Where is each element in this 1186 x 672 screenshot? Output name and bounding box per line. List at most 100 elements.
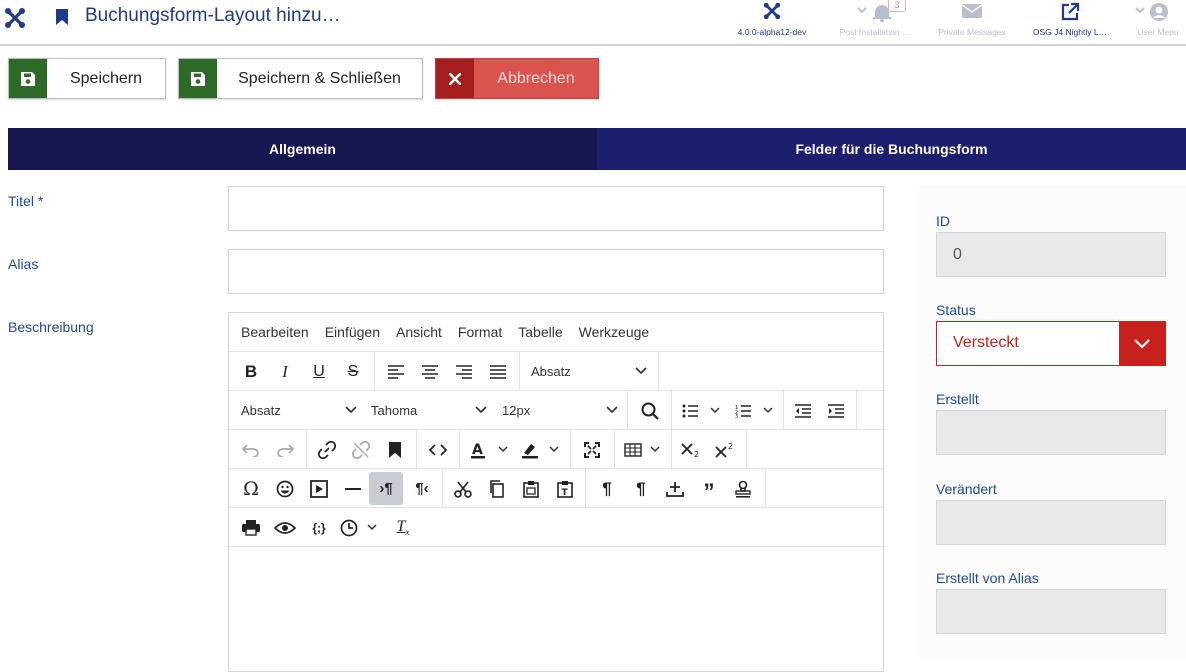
version-link[interactable]: 4.0.0-alpha12-dev — [728, 0, 816, 44]
media-icon[interactable] — [305, 469, 333, 508]
insert-icon[interactable] — [661, 469, 689, 508]
chevron-down-icon — [475, 406, 487, 414]
toolbar-row-1: B I U S Absatz — [229, 352, 883, 391]
floppy-icon — [179, 59, 217, 98]
user-menu-label: User Menu — [1137, 27, 1179, 37]
text-color-icon[interactable]: A — [467, 430, 513, 469]
toolbar-separator — [585, 469, 586, 508]
toolbar-separator — [658, 352, 659, 391]
site-link[interactable]: OSG J4 Nightly L… — [1026, 0, 1114, 44]
template-icon[interactable]: {;} — [305, 508, 333, 547]
tab-felder[interactable]: Felder für die Buchungsform — [597, 128, 1186, 170]
menu-tabelle[interactable]: Tabelle — [518, 324, 562, 340]
underline-icon[interactable]: U — [305, 352, 333, 391]
font-size-select[interactable]: 12px — [502, 391, 618, 430]
redo-icon[interactable] — [271, 430, 299, 469]
subscript-icon[interactable]: 2 — [676, 430, 706, 469]
italic-icon[interactable]: I — [271, 352, 299, 391]
chevron-down-icon — [635, 367, 647, 375]
floppy-icon — [9, 59, 47, 98]
title-label: Titel * — [8, 193, 44, 209]
menu-bearbeiten[interactable]: Bearbeiten — [241, 324, 309, 340]
strikethrough-icon[interactable]: S — [339, 352, 367, 391]
block-format-select[interactable]: Absatz — [531, 352, 647, 391]
menu-einfuegen[interactable]: Einfügen — [325, 324, 380, 340]
bullet-list-icon[interactable] — [679, 391, 725, 430]
toolbar-separator — [614, 430, 615, 469]
save-close-button[interactable]: Speichern & Schließen — [178, 58, 423, 99]
search-icon[interactable] — [635, 391, 665, 430]
status-select[interactable]: Versteckt — [936, 321, 1166, 366]
menu-format[interactable]: Format — [458, 324, 502, 340]
chevron-down-icon[interactable] — [1119, 322, 1165, 365]
user-menu[interactable]: User Menu — [1130, 0, 1186, 44]
bold-icon[interactable]: B — [237, 352, 265, 391]
rtl-icon[interactable]: ¶‹ — [407, 469, 437, 508]
tab-allgemein[interactable]: Allgemein — [8, 128, 597, 170]
align-left-icon[interactable] — [382, 352, 410, 391]
font-family-select[interactable]: Tahoma — [371, 391, 487, 430]
code-icon[interactable] — [423, 430, 453, 469]
paste-text-icon[interactable]: T — [551, 469, 579, 508]
copy-icon[interactable] — [483, 469, 511, 508]
menu-werkzeuge[interactable]: Werkzeuge — [579, 324, 650, 340]
table-icon[interactable] — [621, 430, 667, 469]
created-field — [936, 410, 1166, 455]
post-installation-label: Post Installation … — [839, 27, 911, 37]
preview-icon[interactable] — [271, 508, 299, 547]
description-label: Beschreibung — [8, 319, 94, 335]
notification-badge: 3 — [888, 0, 906, 12]
align-center-icon[interactable] — [416, 352, 444, 391]
align-right-icon[interactable] — [450, 352, 478, 391]
print-icon[interactable] — [237, 508, 265, 547]
header-bar: Buchungsform-Layout hinzu… 4.0.0-alpha12… — [0, 0, 1186, 46]
user-icon — [1133, 2, 1171, 22]
align-justify-icon[interactable] — [484, 352, 512, 391]
joomla-icon — [763, 2, 781, 20]
joomla-logo-icon[interactable] — [4, 7, 26, 29]
fullscreen-icon[interactable] — [577, 430, 607, 469]
svg-text:2: 2 — [728, 442, 733, 451]
indent-icon[interactable] — [822, 391, 850, 430]
private-messages-link[interactable]: Private Messages — [930, 0, 1014, 44]
unlink-icon[interactable] — [347, 430, 375, 469]
created-by-alias-field[interactable] — [936, 589, 1166, 634]
horizontal-line-icon[interactable] — [339, 469, 367, 508]
paragraph-icon[interactable]: ¶ — [593, 469, 621, 508]
toolbar-separator — [783, 391, 784, 430]
link-icon[interactable] — [313, 430, 341, 469]
emoticons-icon[interactable] — [271, 469, 299, 508]
toolbar-separator — [671, 391, 672, 430]
cancel-button[interactable]: Abbrechen — [435, 58, 599, 99]
outdent-icon[interactable] — [789, 391, 817, 430]
toolbar-row-3: A 2 2 — [229, 430, 883, 469]
bookmark-icon — [56, 9, 68, 25]
special-character-icon[interactable]: Ω — [237, 469, 265, 508]
stamp-icon[interactable] — [729, 469, 757, 508]
toolbar-separator — [459, 430, 460, 469]
save-button[interactable]: Speichern — [8, 58, 166, 99]
alias-input[interactable] — [228, 249, 884, 294]
id-value: 0 — [953, 246, 962, 263]
site-label: OSG J4 Nightly L… — [1032, 27, 1108, 37]
remove-format-icon[interactable]: Tx — [389, 508, 417, 547]
font-size-value: 12px — [502, 403, 531, 418]
format-select[interactable]: Absatz — [241, 391, 357, 430]
save-close-button-label: Speichern & Schließen — [238, 69, 401, 87]
ltr-icon[interactable]: ›¶ — [369, 472, 403, 505]
superscript-icon[interactable]: 2 — [710, 430, 740, 469]
paste-icon[interactable] — [517, 469, 545, 508]
numbered-list-icon[interactable]: 123 — [732, 391, 778, 430]
datetime-icon[interactable] — [337, 508, 385, 547]
title-input[interactable] — [228, 186, 884, 231]
cut-icon[interactable] — [449, 469, 477, 508]
highlight-color-icon[interactable] — [518, 430, 564, 469]
post-installation-link[interactable]: 3 Post Installation … — [832, 0, 918, 44]
menu-ansicht[interactable]: Ansicht — [396, 324, 442, 340]
rich-text-editor: Bearbeiten Einfügen Ansicht Format Tabel… — [228, 312, 884, 672]
svg-text:2: 2 — [694, 450, 699, 458]
show-blocks-icon[interactable]: ¶ — [627, 469, 655, 508]
blockquote-icon[interactable]: ” — [695, 469, 723, 508]
bookmark-anchor-icon[interactable] — [381, 430, 409, 469]
undo-icon[interactable] — [237, 430, 265, 469]
